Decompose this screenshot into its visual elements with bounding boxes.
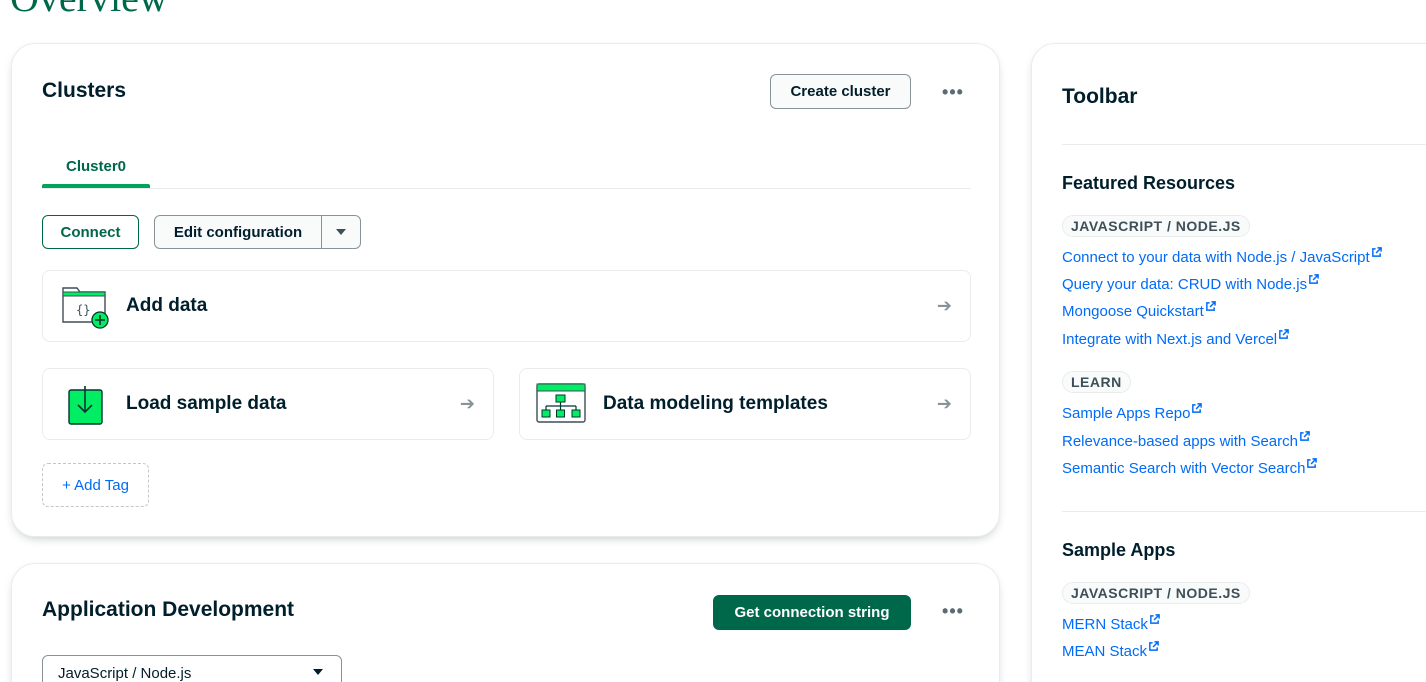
external-link-icon: [1300, 431, 1310, 441]
load-sample-data-label: Load sample data: [126, 393, 287, 414]
external-link-icon: [1192, 403, 1203, 413]
link-query-crud-nodejs-label: Query your data: CRUD with Node.js: [1062, 276, 1308, 293]
link-sample-apps-repo[interactable]: Sample Apps Repo: [1062, 403, 1203, 422]
external-link-icon: [1371, 247, 1382, 257]
data-modeling-templates-label: Data modeling templates: [603, 393, 828, 414]
arrow-right-icon: ➔: [936, 295, 952, 316]
featured-resources-title: Featured Resources: [1062, 173, 1236, 193]
clusters-heading: Clusters: [42, 79, 127, 102]
external-link-icon: [1307, 458, 1318, 468]
link-semantic-vector-search[interactable]: Semantic Search with Vector Search: [1062, 458, 1318, 477]
link-connect-nodejs-label: Connect to your data with Node.js / Java…: [1062, 249, 1370, 266]
get-connection-string-button[interactable]: Get connection string: [713, 595, 911, 630]
external-link-icon: [1279, 329, 1289, 339]
link-mongoose-quickstart-label: Mongoose Quickstart: [1062, 303, 1204, 320]
sample-apps-title: Sample Apps: [1062, 540, 1176, 560]
tab-cluster0[interactable]: Cluster0: [42, 142, 150, 190]
language-select-value: JavaScript / Node.js: [58, 664, 192, 682]
tab-divider: [42, 188, 971, 189]
link-mern-stack[interactable]: MERN Stack: [1062, 614, 1160, 633]
caret-down-icon: [313, 669, 323, 675]
clusters-more-menu-button[interactable]: •••: [939, 82, 967, 102]
link-relevance-search-label: Relevance-based apps with Search: [1062, 433, 1298, 450]
link-nextjs-vercel[interactable]: Integrate with Next.js and Vercel: [1062, 329, 1289, 348]
link-semantic-vector-search-label: Semantic Search with Vector Search: [1062, 460, 1306, 477]
connect-button[interactable]: Connect: [42, 215, 139, 249]
edit-configuration-dropdown-toggle[interactable]: [322, 216, 360, 248]
link-connect-nodejs[interactable]: Connect to your data with Node.js / Java…: [1062, 247, 1382, 266]
application-development-more-menu-button[interactable]: •••: [939, 601, 967, 621]
arrow-right-icon: ➔: [936, 393, 952, 414]
caret-down-icon: [336, 229, 346, 235]
schema-diagram-icon: [536, 383, 586, 430]
page-title: Overview: [10, 0, 168, 21]
toolbar-heading: Toolbar: [1062, 85, 1138, 108]
link-mean-stack[interactable]: MEAN Stack: [1062, 641, 1159, 660]
external-link-icon: [1309, 274, 1319, 284]
language-select[interactable]: JavaScript / Node.js: [42, 655, 342, 682]
external-link-icon: [1205, 301, 1216, 311]
edit-configuration-split-button: Edit configuration: [154, 215, 361, 249]
external-link-icon: [1149, 641, 1159, 651]
clusters-card: Clusters Create cluster ••• Cluster0 Con…: [11, 43, 1000, 537]
sample-apps-javascript-badge: JAVASCRIPT / NODE.JS: [1062, 582, 1250, 604]
link-nextjs-vercel-label: Integrate with Next.js and Vercel: [1062, 331, 1278, 348]
folder-add-icon: {}: [61, 284, 111, 335]
add-data-label: Add data: [126, 295, 208, 316]
load-sample-data-tile[interactable]: Load sample data ➔: [42, 368, 494, 440]
add-data-tile[interactable]: {} Add data ➔: [42, 270, 971, 342]
svg-text:{}: {}: [76, 303, 90, 317]
download-icon: [67, 384, 105, 433]
external-link-icon: [1149, 614, 1160, 624]
toolbar-card: Toolbar Featured Resources JAVASCRIPT / …: [1031, 43, 1426, 682]
arrow-right-icon: ➔: [459, 393, 475, 414]
link-mern-stack-label: MERN Stack: [1062, 616, 1148, 633]
toolbar-divider: [1062, 511, 1426, 512]
learn-badge: LEARN: [1062, 371, 1131, 393]
application-development-card: Application Development Get connection s…: [11, 563, 1000, 682]
toolbar-divider: [1062, 144, 1426, 145]
link-mean-stack-label: MEAN Stack: [1062, 643, 1148, 660]
create-cluster-button[interactable]: Create cluster: [770, 74, 911, 109]
add-tag-button[interactable]: + Add Tag: [42, 463, 149, 507]
edit-configuration-button[interactable]: Edit configuration: [155, 216, 322, 248]
link-sample-apps-repo-label: Sample Apps Repo: [1062, 405, 1191, 422]
link-mongoose-quickstart[interactable]: Mongoose Quickstart: [1062, 301, 1216, 320]
link-relevance-search[interactable]: Relevance-based apps with Search: [1062, 431, 1310, 450]
link-query-crud-nodejs[interactable]: Query your data: CRUD with Node.js: [1062, 274, 1319, 293]
data-modeling-templates-tile[interactable]: Data modeling templates ➔: [519, 368, 971, 440]
application-development-heading: Application Development: [42, 598, 295, 621]
javascript-node-badge: JAVASCRIPT / NODE.JS: [1062, 215, 1250, 237]
